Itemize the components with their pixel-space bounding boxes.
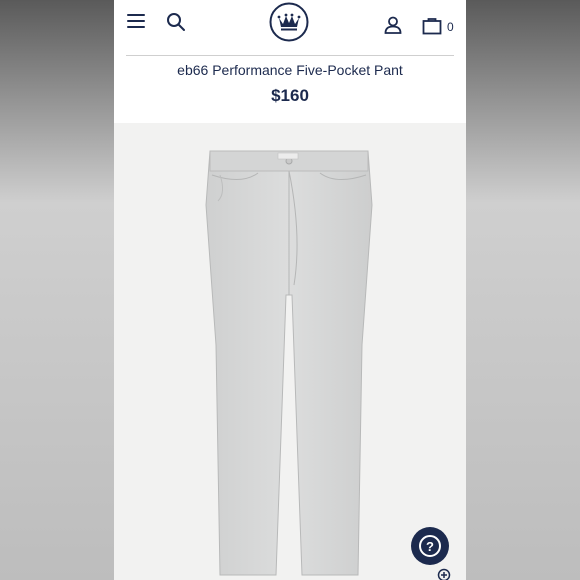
account-icon[interactable]	[384, 16, 402, 34]
right-backdrop	[466, 0, 580, 580]
product-price: $160	[271, 86, 309, 105]
site-header: 0	[114, 0, 466, 56]
help-button[interactable]: ?	[411, 527, 449, 565]
pants-image	[205, 150, 373, 576]
search-icon[interactable]	[166, 12, 186, 32]
header-divider	[126, 55, 454, 56]
menu-icon[interactable]	[127, 14, 145, 30]
zoom-icon[interactable]	[437, 568, 451, 580]
crown-logo[interactable]	[269, 2, 309, 42]
help-icon: ?	[419, 535, 441, 557]
left-backdrop	[0, 0, 114, 580]
product-image[interactable]: ?	[114, 123, 466, 580]
bag-count: 0	[447, 20, 454, 34]
mobile-screen: 0 eb66 Performance Five-Pocket Pant $160	[114, 0, 466, 580]
product-title: eb66 Performance Five-Pocket Pant	[177, 62, 403, 78]
bag-icon[interactable]	[422, 17, 442, 35]
